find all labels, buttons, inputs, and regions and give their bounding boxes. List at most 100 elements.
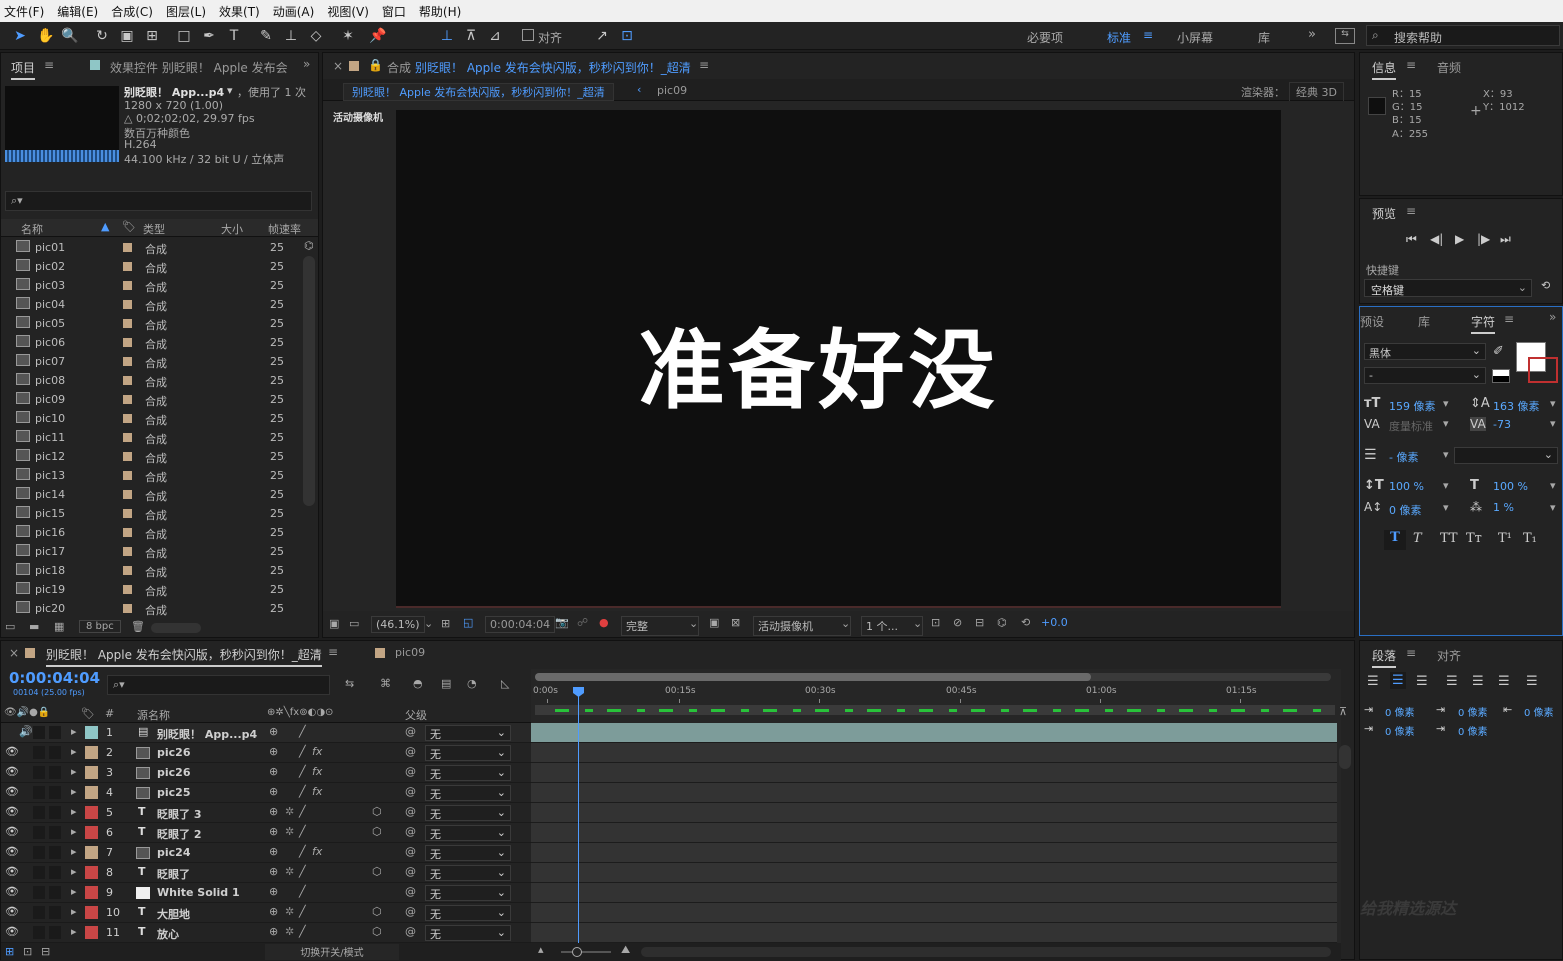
quality-switch-icon[interactable]: ╱ xyxy=(299,885,306,898)
workspace-sync-icon[interactable]: ⇆ xyxy=(1335,28,1355,44)
layer-label-swatch[interactable] xyxy=(85,746,98,759)
space-after-value[interactable]: 0 像素 xyxy=(1458,723,1488,738)
menu-item[interactable]: 动画(A) xyxy=(273,3,315,20)
solo-switch[interactable] xyxy=(33,806,45,819)
3d-layer-icon[interactable]: ⬡ xyxy=(372,925,382,938)
layer-label-swatch[interactable] xyxy=(85,906,98,919)
flowchart-icon[interactable]: ⌬ xyxy=(304,239,314,252)
last-frame-icon[interactable]: ⏭ xyxy=(1500,232,1511,247)
chevron-down-icon[interactable]: ▾ xyxy=(1443,479,1449,492)
eye-icon[interactable]: 👁 xyxy=(5,805,19,818)
eye-icon[interactable]: 👁 xyxy=(5,925,19,938)
col-fps[interactable]: 帧速率 xyxy=(268,221,301,237)
project-item[interactable]: pic17 合成 25 xyxy=(1,542,301,561)
faux-italic-icon[interactable]: T xyxy=(1413,531,1422,546)
pick-whip-icon[interactable]: @ xyxy=(405,825,416,838)
layer-name[interactable]: 眨眼了 xyxy=(157,866,190,882)
snap-options-icon[interactable]: ↗ xyxy=(592,26,612,46)
eraser-tool-icon[interactable]: ◇ xyxy=(306,26,326,46)
project-item[interactable]: pic20 合成 25 xyxy=(1,599,301,616)
zoom-out-icon[interactable]: ▴ xyxy=(538,943,544,956)
label-swatch[interactable] xyxy=(123,604,132,613)
layer-row[interactable]: 👁 ▸ 2 pic26 ⊕ ╱ fx @ 无 ⌄ xyxy=(1,743,531,763)
pick-whip-icon[interactable]: @ xyxy=(405,765,416,778)
comp-tab[interactable]: 别眨眼！ Apple 发布会快闪版，秒秒闪到你！_超清 xyxy=(415,59,691,76)
first-line-indent-value[interactable]: 0 像素 xyxy=(1385,723,1415,738)
layer-label-swatch[interactable] xyxy=(85,806,98,819)
snap-checkbox[interactable] xyxy=(522,29,534,41)
label-swatch[interactable] xyxy=(123,433,132,442)
pick-whip-icon[interactable]: @ xyxy=(405,785,416,798)
pick-whip-icon[interactable]: @ xyxy=(405,885,416,898)
stroke-type-select[interactable]: ⌄ xyxy=(1454,447,1558,464)
horizontal-scale-value[interactable]: 100 % xyxy=(1493,480,1528,493)
timeline-hscroll[interactable] xyxy=(641,947,1331,957)
character-tab[interactable]: 字符 xyxy=(1471,313,1496,334)
chevron-down-icon[interactable]: ▾ xyxy=(1443,397,1449,410)
project-item[interactable]: pic03 合成 25 xyxy=(1,276,301,295)
project-item[interactable]: pic14 合成 25 xyxy=(1,485,301,504)
preview-tab[interactable]: 预览 xyxy=(1372,205,1396,222)
chevron-down-icon[interactable]: ▾ xyxy=(1550,501,1556,514)
label-swatch[interactable] xyxy=(123,395,132,404)
align-tab[interactable]: 对齐 xyxy=(1437,647,1461,664)
stroke-width-value[interactable]: - 像素 xyxy=(1389,449,1418,465)
project-item[interactable]: pic07 合成 25 xyxy=(1,352,301,371)
camera-tool-icon[interactable]: ▣ xyxy=(117,26,137,46)
3d-layer-icon[interactable]: ⬡ xyxy=(372,825,382,838)
timeline-zoom-in-icon[interactable]: ⊼ xyxy=(1339,705,1351,719)
expand-arrow-icon[interactable]: ▸ xyxy=(71,885,77,898)
layer-label-swatch[interactable] xyxy=(85,786,98,799)
quality-switch-icon[interactable]: ╱ xyxy=(299,865,306,878)
layer-track-bar[interactable] xyxy=(531,783,1337,803)
eye-icon[interactable]: 👁 xyxy=(5,825,19,838)
first-frame-icon[interactable]: ⏮ xyxy=(1406,232,1417,247)
previous-frame-icon[interactable]: ◀| xyxy=(1430,232,1443,246)
project-item[interactable]: pic04 合成 25 xyxy=(1,295,301,314)
lock-switch[interactable] xyxy=(49,786,61,799)
default-colors-icon[interactable] xyxy=(1492,369,1510,383)
3d-layer-icon[interactable]: ⬡ xyxy=(372,905,382,918)
expand-arrow-icon[interactable]: ▸ xyxy=(71,725,77,738)
menu-item[interactable]: 效果(T) xyxy=(219,3,260,20)
workspace-standard[interactable]: 标准 xyxy=(1107,29,1131,46)
collapse-switch-icon[interactable]: ✲ xyxy=(285,805,294,818)
solo-switch[interactable] xyxy=(33,886,45,899)
vertical-scale-value[interactable]: 100 % xyxy=(1389,480,1424,493)
timeline-icon[interactable]: ⊟ xyxy=(975,616,984,629)
pan-behind-tool-icon[interactable]: ⊞ xyxy=(142,26,162,46)
draft-3d-icon[interactable]: ⌘ xyxy=(380,677,391,690)
comp-menu-icon[interactable]: ≡ xyxy=(699,58,709,72)
all-caps-icon[interactable]: TT xyxy=(1440,531,1458,546)
library-tab[interactable]: 库 xyxy=(1418,313,1430,330)
layer-row[interactable]: 👁 ▸ 5 T 眨眼了 3 ⊕ ✲ ╱ ⬡ @ 无 ⌄ xyxy=(1,803,531,823)
project-item[interactable]: pic09 合成 25 xyxy=(1,390,301,409)
motion-blur-icon[interactable]: ◔ xyxy=(467,677,477,690)
shy-switch-icon[interactable]: ⊕ xyxy=(269,805,278,818)
layer-track-bar[interactable] xyxy=(531,883,1337,903)
layer-track-bar[interactable] xyxy=(531,863,1337,883)
eye-icon[interactable]: 👁 xyxy=(5,865,19,878)
expand-time-icon[interactable]: ⊟ xyxy=(41,945,50,958)
project-item[interactable]: pic18 合成 25 xyxy=(1,561,301,580)
zoom-dropdown-icon[interactable]: ⌄ xyxy=(424,617,433,630)
zoom-slider-track[interactable] xyxy=(561,951,611,953)
layer-name[interactable]: pic24 xyxy=(157,846,190,859)
shy-switch-icon[interactable]: ⊕ xyxy=(269,925,278,938)
character-menu-icon[interactable]: ≡ xyxy=(1504,312,1514,326)
expand-arrow-icon[interactable]: ▸ xyxy=(71,785,77,798)
label-swatch[interactable] xyxy=(123,300,132,309)
layer-label-swatch[interactable] xyxy=(85,866,98,879)
info-menu-icon[interactable]: ≡ xyxy=(1406,58,1416,72)
bit-depth-button[interactable]: 8 bpc xyxy=(79,620,121,633)
shy-switch-icon[interactable]: ⊕ xyxy=(269,885,278,898)
clone-stamp-tool-icon[interactable]: ⊥ xyxy=(281,26,301,46)
project-menu-icon[interactable]: ≡ xyxy=(44,58,54,72)
layer-name[interactable]: White Solid 1 xyxy=(157,886,240,899)
snap-grid-icon[interactable]: ⊡ xyxy=(617,26,637,46)
project-scrollbar[interactable] xyxy=(303,256,315,506)
navigator-range[interactable] xyxy=(535,673,1091,681)
project-item[interactable]: pic12 合成 25 xyxy=(1,447,301,466)
comp-canvas[interactable]: 准备好没 xyxy=(396,110,1281,608)
label-swatch[interactable] xyxy=(123,471,132,480)
